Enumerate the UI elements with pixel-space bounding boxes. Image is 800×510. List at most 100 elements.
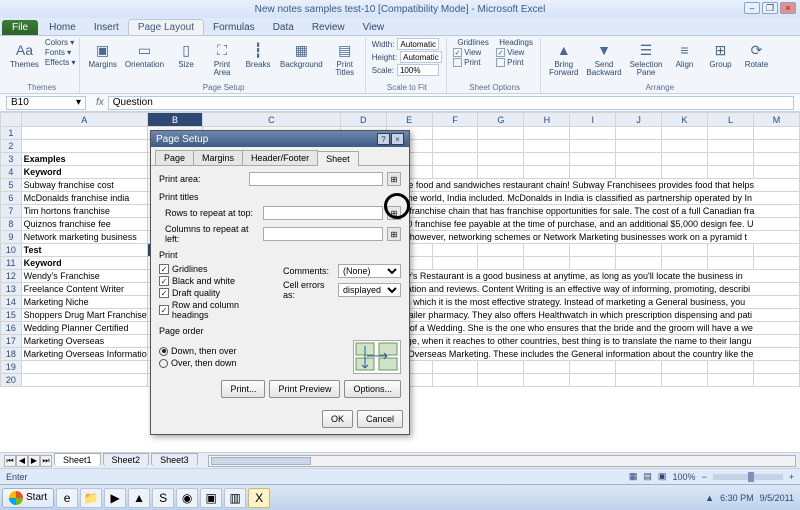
tab-review[interactable]: Review xyxy=(303,20,354,35)
row-header[interactable]: 19 xyxy=(1,361,22,374)
view-layout-icon[interactable]: ▤ xyxy=(643,471,652,482)
cell[interactable] xyxy=(708,166,754,179)
taskbar-app1-icon[interactable]: ▣ xyxy=(200,488,222,508)
cancel-button[interactable]: Cancel xyxy=(357,410,403,428)
align-button[interactable]: ≡Align xyxy=(669,38,701,71)
view-break-icon[interactable]: ▣ xyxy=(658,471,667,482)
cell[interactable]: McDonalds franchise india xyxy=(21,192,147,205)
row-header[interactable]: 7 xyxy=(1,205,22,218)
start-button[interactable]: Start xyxy=(2,488,54,508)
tab-view[interactable]: View xyxy=(354,20,394,35)
cell[interactable] xyxy=(21,361,147,374)
scale-width-input[interactable] xyxy=(397,38,439,50)
system-tray[interactable]: ▲ 6:30 PM 9/5/2011 xyxy=(705,493,798,503)
cell[interactable] xyxy=(478,244,524,257)
print-area-button[interactable]: ⛶PrintArea xyxy=(206,38,238,79)
cell[interactable] xyxy=(524,166,570,179)
tab-home[interactable]: Home xyxy=(40,20,85,35)
cell[interactable] xyxy=(708,361,754,374)
col-header-G[interactable]: G xyxy=(478,113,524,127)
zoom-in-icon[interactable]: + xyxy=(789,472,794,482)
cell[interactable]: Shoppers Drug Mart Franchise xyxy=(21,309,147,322)
row-header[interactable]: 2 xyxy=(1,140,22,153)
cell[interactable] xyxy=(616,153,662,166)
print-area-picker-icon[interactable]: ⊞ xyxy=(387,172,401,186)
taskbar-excel-icon[interactable]: X xyxy=(248,488,270,508)
cell[interactable] xyxy=(478,153,524,166)
cell[interactable] xyxy=(570,361,616,374)
cell[interactable] xyxy=(616,127,662,140)
cell[interactable] xyxy=(478,361,524,374)
minimize-icon[interactable]: – xyxy=(744,2,760,14)
cell[interactable] xyxy=(524,153,570,166)
cell[interactable] xyxy=(570,127,616,140)
cell[interactable] xyxy=(753,140,799,153)
dialog-tab-margins[interactable]: Margins xyxy=(193,150,243,165)
rows-repeat-picker-icon[interactable]: ⊞ xyxy=(387,206,401,220)
cell[interactable] xyxy=(478,166,524,179)
row-header[interactable]: 13 xyxy=(1,283,22,296)
view-normal-icon[interactable]: ▦ xyxy=(629,471,638,482)
dialog-print-button[interactable]: Print... xyxy=(221,380,265,398)
cell[interactable] xyxy=(662,166,708,179)
cell[interactable]: Keyword xyxy=(21,166,147,179)
cell[interactable] xyxy=(21,140,147,153)
colors-dropdown[interactable]: Colors ▾ xyxy=(45,38,76,47)
gridlines-checkbox[interactable]: ✓ xyxy=(159,264,169,274)
cell[interactable] xyxy=(708,153,754,166)
cell[interactable]: Network marketing business xyxy=(21,231,147,244)
taskbar-chrome-icon[interactable]: ◉ xyxy=(176,488,198,508)
cell[interactable] xyxy=(524,140,570,153)
scale-scale-input[interactable] xyxy=(397,64,439,76)
cell[interactable] xyxy=(708,127,754,140)
cell[interactable] xyxy=(432,244,478,257)
bw-checkbox[interactable]: ✓ xyxy=(159,276,169,286)
cell[interactable] xyxy=(21,127,147,140)
tab-data[interactable]: Data xyxy=(264,20,303,35)
cell[interactable] xyxy=(524,244,570,257)
cell[interactable] xyxy=(708,374,754,387)
zoom-slider[interactable] xyxy=(713,474,783,480)
tab-page-layout[interactable]: Page Layout xyxy=(128,19,204,35)
formula-input[interactable] xyxy=(108,96,794,110)
cell[interactable]: Marketing Overseas Informatio xyxy=(21,348,147,361)
dialog-preview-button[interactable]: Print Preview xyxy=(269,380,340,398)
cell[interactable] xyxy=(662,244,708,257)
over-then-down-radio[interactable] xyxy=(159,359,168,368)
rotate-button[interactable]: ⟳Rotate xyxy=(741,38,773,71)
gridlines-view-checkbox[interactable]: ✓ xyxy=(453,48,462,57)
cell[interactable] xyxy=(708,257,754,270)
col-header-K[interactable]: K xyxy=(662,113,708,127)
cell[interactable] xyxy=(616,244,662,257)
row-header[interactable]: 16 xyxy=(1,322,22,335)
file-tab[interactable]: File xyxy=(2,20,38,35)
cell[interactable]: Wedding Planner Certified xyxy=(21,322,147,335)
dialog-tab-headerfooter[interactable]: Header/Footer xyxy=(242,150,318,165)
cell[interactable] xyxy=(662,374,708,387)
col-header-D[interactable]: D xyxy=(340,113,386,127)
sheet-tab-1[interactable]: Sheet1 xyxy=(54,453,101,466)
dialog-help-icon[interactable]: ? xyxy=(377,133,390,145)
headings-print-checkbox[interactable] xyxy=(496,58,505,67)
col-header-F[interactable]: F xyxy=(432,113,478,127)
bring-forward-button[interactable]: ▲BringForward xyxy=(547,38,580,79)
close-icon[interactable]: × xyxy=(780,2,796,14)
cell[interactable] xyxy=(478,257,524,270)
sheet-nav-first-icon[interactable]: ⏮ xyxy=(4,455,16,467)
cell[interactable] xyxy=(708,244,754,257)
cell[interactable]: Keyword xyxy=(21,257,147,270)
down-then-over-radio[interactable] xyxy=(159,347,168,356)
cell[interactable]: Test xyxy=(21,244,147,257)
row-header[interactable]: 20 xyxy=(1,374,22,387)
cell[interactable] xyxy=(662,153,708,166)
cell[interactable]: Tim hortons franchise xyxy=(21,205,147,218)
cell[interactable] xyxy=(570,140,616,153)
tab-formulas[interactable]: Formulas xyxy=(204,20,264,35)
dialog-tab-sheet[interactable]: Sheet xyxy=(317,151,359,166)
row-header[interactable]: 15 xyxy=(1,309,22,322)
cell[interactable] xyxy=(432,257,478,270)
cell[interactable] xyxy=(570,257,616,270)
cell[interactable]: Subway franchise cost xyxy=(21,179,147,192)
cell[interactable] xyxy=(616,374,662,387)
row-header[interactable]: 18 xyxy=(1,348,22,361)
